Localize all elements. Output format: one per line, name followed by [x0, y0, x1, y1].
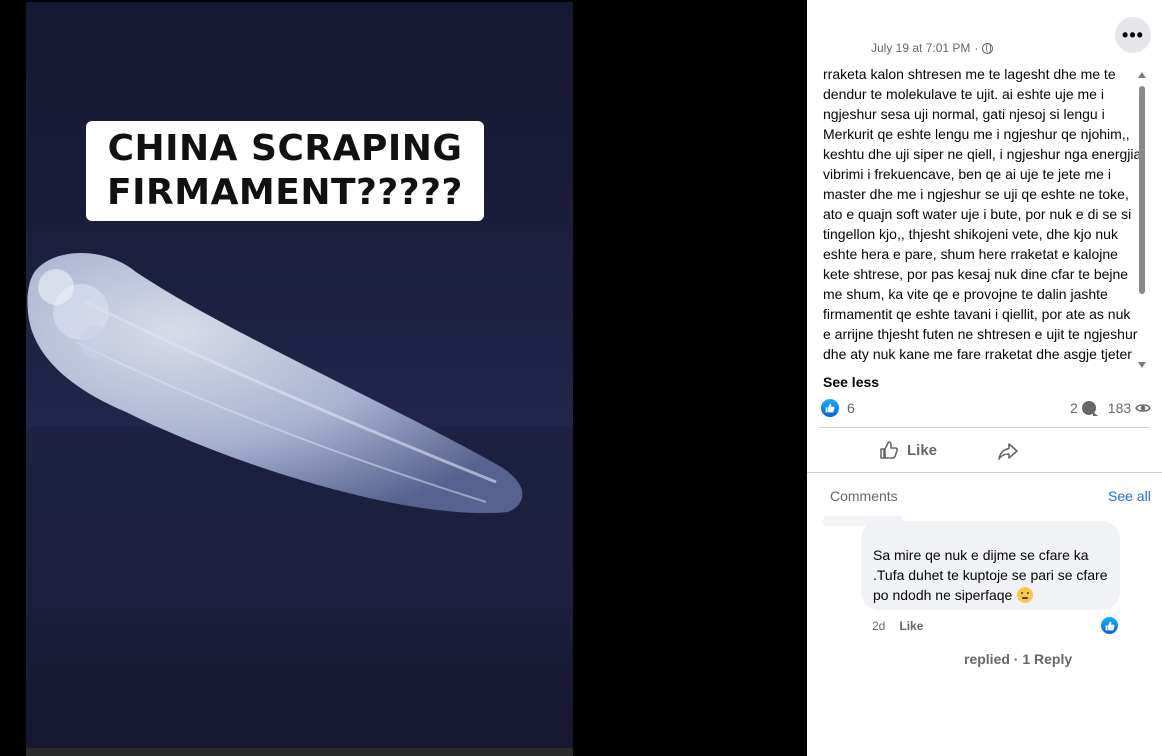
post-timestamp[interactable]: July 19 at 7:01 PM: [871, 41, 970, 55]
comment-bubble: Sa mire qe nuk e dijme se cfare ka .Tufa…: [861, 521, 1120, 610]
reaction-count: 6: [847, 400, 855, 416]
video-caption-overlay: CHINA SCRAPING FIRMAMENT?????: [86, 121, 484, 221]
comments-header: Comments: [830, 488, 898, 504]
comment-age[interactable]: 2d: [872, 619, 885, 633]
post-details-panel: July 19 at 7:01 PM · ••• rraketa kalon s…: [807, 0, 1162, 756]
comment-like-button[interactable]: Like: [899, 619, 923, 633]
comment-like-reaction-icon[interactable]: [1100, 616, 1119, 635]
rocket-plume-image: [26, 227, 573, 514]
view-count: 183: [1107, 400, 1132, 416]
eye-icon: [1135, 404, 1151, 412]
scroll-down-arrow-icon[interactable]: [1138, 362, 1146, 368]
divider: [807, 472, 1162, 473]
like-reaction-icon: [821, 399, 839, 417]
video-progress-track[interactable]: [26, 748, 573, 756]
more-options-button[interactable]: •••: [1115, 17, 1151, 53]
share-arrow-icon: [998, 443, 1018, 460]
video-player[interactable]: CHINA SCRAPING FIRMAMENT?????: [26, 2, 573, 756]
globe-icon: [982, 42, 994, 54]
comment-text: Sa mire qe nuk e dijme se cfare ka .Tufa…: [873, 547, 1108, 603]
share-button[interactable]: [997, 440, 1019, 467]
comment-count[interactable]: 2: [1070, 400, 1078, 416]
post-text-scroll[interactable]: rraketa kalon shtresen me te lagesht dhe…: [823, 64, 1150, 370]
see-less-link[interactable]: See less: [823, 374, 879, 390]
like-button[interactable]: Like: [879, 440, 937, 460]
reaction-summary[interactable]: 6: [821, 399, 855, 417]
see-all-comments-link[interactable]: See all: [1108, 488, 1151, 504]
comment-icon: [1081, 401, 1098, 416]
like-button-label: Like: [907, 441, 938, 459]
video-caption-text: CHINA SCRAPING FIRMAMENT?????: [107, 128, 463, 213]
view-replies-link[interactable]: replied · 1 Reply: [964, 651, 1072, 667]
more-horizontal-icon: •••: [1122, 24, 1144, 45]
divider: [819, 427, 1150, 428]
media-viewer: CHINA SCRAPING FIRMAMENT?????: [0, 0, 807, 756]
thumbs-up-icon: [880, 441, 898, 459]
post-stats: 2 183: [1070, 400, 1151, 416]
meta-separator: ·: [974, 41, 979, 55]
scroll-up-arrow-icon[interactable]: [1138, 72, 1146, 78]
comment-meta: 2d Like: [872, 619, 923, 633]
post-meta: July 19 at 7:01 PM ·: [871, 41, 994, 55]
post-body: rraketa kalon shtresen me te lagesht dhe…: [823, 66, 1142, 362]
scrollbar-thumb[interactable]: [1139, 86, 1145, 294]
slightly-frowning-face-icon: [1016, 587, 1033, 603]
